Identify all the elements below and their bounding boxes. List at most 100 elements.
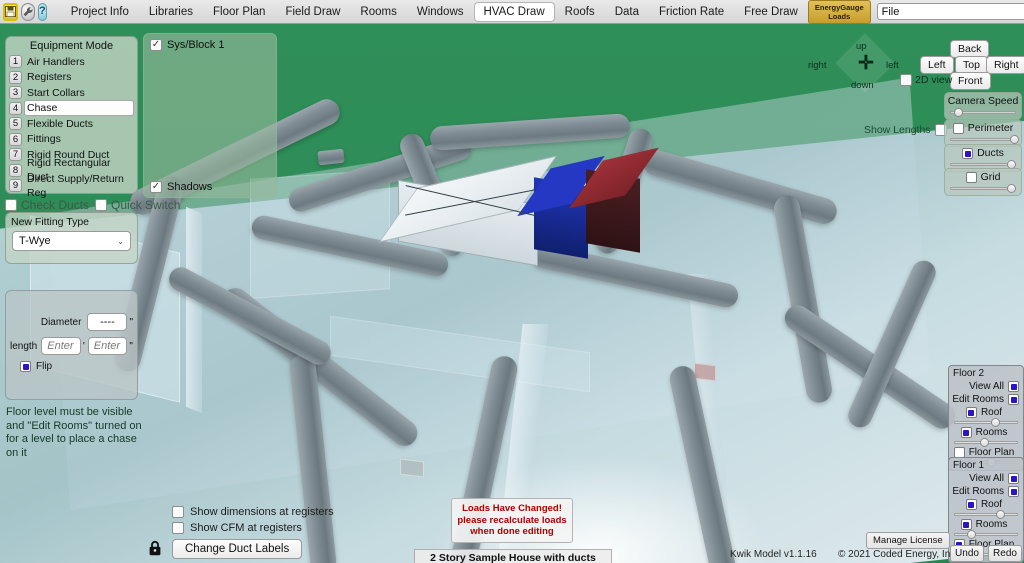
menu-item-floor-plan[interactable]: Floor Plan xyxy=(203,2,275,22)
floor-1-rooms-radio[interactable] xyxy=(960,519,972,530)
floor-2-roof-track[interactable] xyxy=(954,418,1018,427)
diameter-input[interactable]: ---- xyxy=(87,313,128,331)
floor-2-edit-rooms-row[interactable]: Edit Rooms xyxy=(949,393,1023,406)
floor-1-view-all-row[interactable]: View All xyxy=(949,472,1023,485)
menu-item-rooms[interactable]: Rooms xyxy=(350,2,406,22)
perimeter-track[interactable] xyxy=(950,135,1019,144)
new-fitting-type-dropdown[interactable]: T-Wye ⌄ xyxy=(12,231,131,251)
show-cfm-toggle[interactable]: Show CFM at registers xyxy=(172,522,302,534)
redo-button[interactable]: Redo xyxy=(988,545,1022,562)
equipment-item-flexible-ducts[interactable]: 5 Flexible Ducts xyxy=(9,116,134,131)
nav-up-label[interactable]: up xyxy=(856,41,867,52)
floor-2-edit-rooms-radio[interactable] xyxy=(1008,394,1019,405)
camera-speed-knob[interactable] xyxy=(953,108,963,117)
lock-icon-glyph xyxy=(149,540,161,556)
equipment-item-direct-supply-return-reg[interactable]: 9 Direct Supply/Return Reg xyxy=(9,173,134,199)
menu-item-hvac-draw[interactable]: HVAC Draw xyxy=(473,1,555,22)
sys-block-row[interactable]: Sys/Block 1 xyxy=(144,34,276,56)
view-front-button[interactable]: Front xyxy=(950,72,991,90)
energygauge-loads-button[interactable]: EnergyGauge Loads xyxy=(807,0,871,24)
manage-license-button[interactable]: Manage License xyxy=(866,532,950,549)
shadows-row[interactable]: Shadows xyxy=(150,181,212,193)
equipment-item-chase[interactable]: 4 Chase xyxy=(9,100,134,116)
perimeter-radio[interactable] xyxy=(952,123,964,134)
show-dimensions-toggle[interactable]: Show dimensions at registers xyxy=(172,506,334,518)
ducts-radio[interactable] xyxy=(962,148,974,159)
grid-label: Grid xyxy=(980,171,1001,183)
floor-2-roof-knob[interactable] xyxy=(990,418,1000,427)
quick-switch-checkbox[interactable] xyxy=(95,199,108,211)
equipment-item-air-handlers[interactable]: 1 Air Handlers xyxy=(9,54,134,69)
floor-2-view-all-radio[interactable] xyxy=(1008,381,1019,392)
menu-item-libraries[interactable]: Libraries xyxy=(139,2,203,22)
menu-item-field-draw[interactable]: Field Draw xyxy=(275,2,350,22)
length-inches-input[interactable]: Enter xyxy=(87,337,128,355)
menu-item-project-info[interactable]: Project Info xyxy=(61,2,139,22)
flip-row[interactable]: Flip xyxy=(20,361,133,372)
show-dimensions-checkbox[interactable] xyxy=(172,506,184,518)
flip-radio[interactable] xyxy=(20,361,31,372)
floor-1-edit-rooms-radio[interactable] xyxy=(1008,486,1019,497)
quick-switch-toggle[interactable]: Quick Switch xyxy=(95,198,180,212)
floor-2-rooms-row[interactable]: Rooms xyxy=(949,426,1023,439)
perimeter-knob[interactable] xyxy=(1009,135,1019,144)
menu-item-roofs[interactable]: Roofs xyxy=(555,2,605,22)
floor-1-rooms-row[interactable]: Rooms xyxy=(949,518,1023,531)
view-left-button[interactable]: Left xyxy=(920,56,954,74)
grid-track[interactable] xyxy=(950,184,1017,193)
floor-2-view-all-row[interactable]: View All xyxy=(949,380,1023,393)
floor-1-edit-rooms-row[interactable]: Edit Rooms xyxy=(949,485,1023,498)
floor-1-roof-radio[interactable] xyxy=(965,499,977,510)
menu-item-windows[interactable]: Windows xyxy=(407,2,474,22)
navigation-diamond[interactable]: ✛ up down left right xyxy=(808,33,899,94)
floor-2-roof-row[interactable]: Roof xyxy=(949,406,1023,419)
nav-right-label[interactable]: right xyxy=(808,60,826,71)
menu-item-free-draw[interactable]: Free Draw xyxy=(734,2,808,22)
floor-1-view-all-radio[interactable] xyxy=(1008,473,1019,484)
show-lengths-toggle[interactable]: Show Lengths xyxy=(864,124,947,136)
help-icon[interactable]: ? xyxy=(38,2,47,21)
chase-placement-hint: Floor level must be visible and "Edit Ro… xyxy=(6,406,142,459)
floor-2-rooms-knob[interactable] xyxy=(979,438,989,447)
check-ducts-toggle[interactable]: Check Ducts xyxy=(5,198,89,212)
floor-2-rooms-radio[interactable] xyxy=(960,427,972,438)
loads-warning-line2: please recalculate loads xyxy=(457,514,567,526)
change-duct-labels-button[interactable]: Change Duct Labels xyxy=(172,539,303,559)
shadows-checkbox[interactable] xyxy=(150,181,162,193)
loads-warning-line1: Loads Have Changed! xyxy=(462,503,562,514)
camera-speed-track[interactable] xyxy=(950,108,1016,117)
wrench-icon[interactable] xyxy=(21,2,35,21)
floor-1-roof-row[interactable]: Roof xyxy=(949,498,1023,511)
file-dropdown[interactable]: File ⌄ xyxy=(876,3,1024,20)
floor-2-rooms-track[interactable] xyxy=(954,438,1018,447)
check-ducts-checkbox[interactable] xyxy=(5,199,17,211)
floor-1-rooms-track[interactable] xyxy=(954,530,1018,539)
length-feet-input[interactable]: Enter xyxy=(41,337,81,355)
equipment-item-registers[interactable]: 2 Registers xyxy=(9,70,134,85)
undo-button[interactable]: Undo xyxy=(950,545,984,562)
chevron-down-icon: ⌄ xyxy=(117,236,124,246)
equipment-number-8: 8 xyxy=(9,163,22,177)
energygauge-loads-line2: Loads xyxy=(828,11,851,21)
grid-radio[interactable] xyxy=(965,172,977,183)
floor-2-roof-radio[interactable] xyxy=(965,407,977,418)
save-icon[interactable] xyxy=(3,2,18,21)
equipment-item-fittings[interactable]: 6 Fittings xyxy=(9,132,134,147)
equipment-item-start-collars[interactable]: 3 Start Collars xyxy=(9,85,134,100)
floor-2-title: Floor 2 xyxy=(953,368,985,379)
floor-1-roof-knob[interactable] xyxy=(995,510,1005,519)
menu-item-data[interactable]: Data xyxy=(605,2,649,22)
ducts-track[interactable] xyxy=(950,160,1017,169)
sys-block-checkbox[interactable] xyxy=(150,39,162,51)
nav-down-label[interactable]: down xyxy=(851,80,874,91)
menu-item-friction-rate[interactable]: Friction Rate xyxy=(649,2,734,22)
2d-view-toggle[interactable]: 2D view xyxy=(900,74,952,86)
floor-1-rooms-label: Rooms xyxy=(975,519,1008,530)
lock-icon[interactable] xyxy=(148,540,162,556)
floor-1-roof-track[interactable] xyxy=(954,510,1018,519)
grid-knob[interactable] xyxy=(1007,184,1017,193)
show-cfm-checkbox[interactable] xyxy=(172,522,184,534)
2d-view-checkbox[interactable] xyxy=(900,74,912,86)
nav-left-label[interactable]: left xyxy=(886,60,899,71)
view-right-button[interactable]: Right xyxy=(986,56,1024,74)
